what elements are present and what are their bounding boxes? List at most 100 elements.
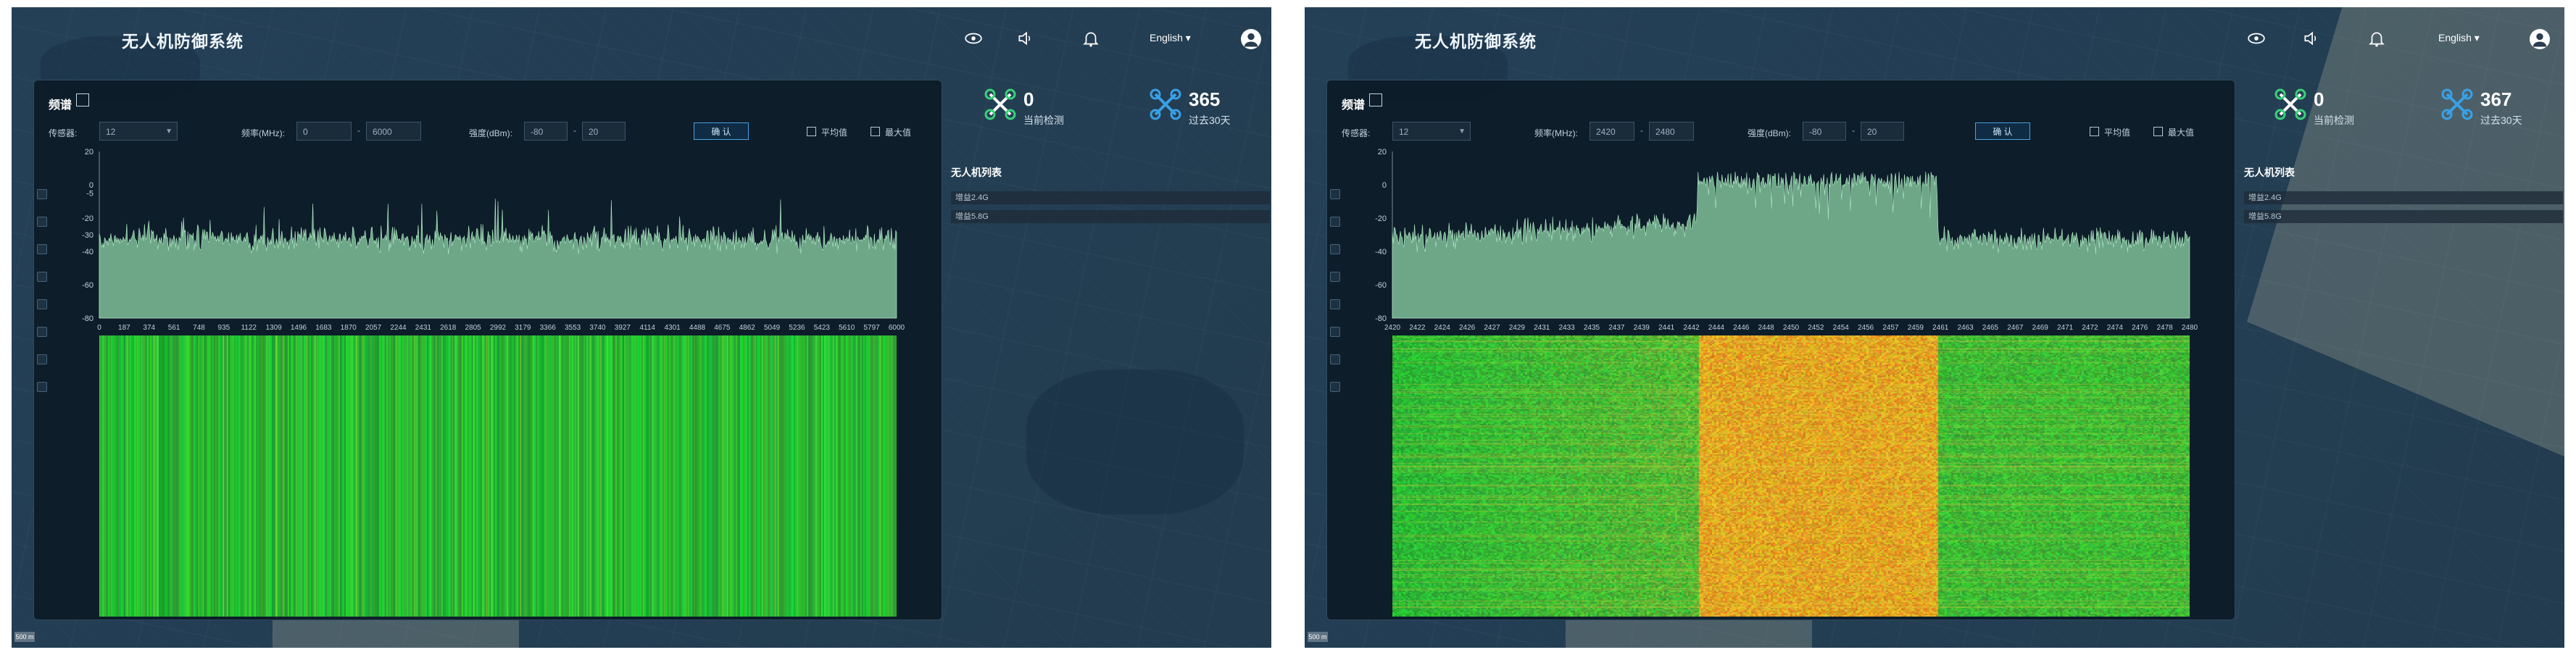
panel-title: 频谱	[1342, 99, 1366, 112]
chevron-down-icon: ▼	[165, 128, 173, 135]
language-select[interactable]: English ▾	[2438, 32, 2480, 44]
sensor-value: 12	[1399, 127, 1409, 137]
spectrum-series	[1392, 171, 2190, 319]
x-tick-label: 2474	[2107, 324, 2124, 332]
expand-icon[interactable]	[76, 93, 89, 107]
x-tick-label: 3366	[540, 324, 557, 332]
x-tick-label: 5236	[789, 324, 805, 332]
y-tick-label: -80	[1375, 314, 1387, 323]
user-avatar-icon[interactable]	[1241, 29, 1261, 49]
x-tick-label: 2469	[2032, 324, 2049, 332]
strength-dash: -	[1852, 125, 1855, 135]
eye-icon[interactable]	[2247, 29, 2266, 48]
y-tick-label: -5	[86, 190, 94, 199]
confirm-button[interactable]: 确 认	[694, 122, 749, 140]
strength-max-input[interactable]: 20	[1861, 122, 1904, 141]
freq-dash: -	[1640, 125, 1643, 135]
x-tick-label: 187	[118, 324, 130, 332]
x-tick-label: 4114	[639, 324, 655, 332]
sensor-select[interactable]: 12 ▼	[1392, 122, 1471, 141]
sensor-select[interactable]: 12 ▼	[99, 122, 178, 141]
x-tick-label: 1309	[266, 324, 283, 332]
spectrum-panel: 频谱 传感器: 12 ▼ 频率(MHz): 0 - 6000 强度(dBm): …	[33, 80, 942, 620]
strength-label: 强度(dBm):	[469, 128, 513, 138]
x-tick-label: 2435	[1584, 324, 1600, 332]
tool-icon[interactable]	[37, 382, 47, 392]
confirm-button[interactable]: 确 认	[1975, 122, 2030, 140]
x-tick-label: 3927	[615, 324, 631, 332]
x-tick-label: 2448	[1758, 324, 1775, 332]
eye-icon[interactable]	[964, 29, 983, 48]
spectrum-panel: 频谱 传感器: 12 ▼ 频率(MHz): 2420 - 2480 强度(dBm…	[1326, 80, 2235, 620]
freq-min-input[interactable]: 2420	[1590, 122, 1634, 141]
drone-list-item[interactable]: 增益5.8G	[2244, 210, 2563, 223]
x-tick-label: 2431	[1534, 324, 1550, 332]
x-tick-label: 2446	[1733, 324, 1750, 332]
x-tick-label: 2476	[2132, 324, 2148, 332]
screen-narrow-band: 无人机防御系统 English ▾ 频谱 传感器: 12 ▼ 频率(MHz): …	[1305, 7, 2564, 648]
freq-max-input[interactable]: 6000	[366, 122, 421, 141]
drone-list-item[interactable]: 增益2.4G	[951, 191, 1270, 204]
avg-label: 平均值	[821, 128, 848, 138]
freq-max-input[interactable]: 2480	[1649, 122, 1694, 141]
strength-min-input[interactable]: -80	[1803, 122, 1846, 141]
past-caption: 过去30天	[1189, 114, 1231, 126]
speaker-icon[interactable]	[1016, 29, 1035, 48]
strength-min-input[interactable]: -80	[524, 122, 568, 141]
x-tick-label: 1496	[291, 324, 307, 332]
x-tick-label: 2463	[1958, 324, 1974, 332]
x-tick-label: 2457	[1882, 324, 1899, 332]
language-select[interactable]: English ▾	[1150, 32, 1191, 44]
x-tick-label: 2450	[1783, 324, 1800, 332]
x-tick-label: 2454	[1833, 324, 1850, 332]
max-checkbox[interactable]	[2153, 127, 2163, 136]
max-checkbox[interactable]	[871, 127, 880, 136]
y-tick-label: 0	[89, 181, 94, 190]
x-tick-label: 2057	[365, 324, 382, 332]
y-tick-label: -30	[82, 231, 94, 240]
x-tick-label: 5049	[764, 324, 781, 332]
sensor-value: 12	[106, 127, 116, 137]
x-tick-label: 2480	[2182, 324, 2198, 332]
x-tick-label: 2442	[1683, 324, 1700, 332]
panel-title: 频谱	[49, 99, 72, 112]
x-tick-label: 5423	[814, 324, 831, 332]
strength-label: 强度(dBm):	[1748, 128, 1792, 138]
x-tick-label: 2441	[1658, 324, 1675, 332]
y-tick-label: 20	[85, 148, 94, 157]
strength-max-input[interactable]: 20	[582, 122, 626, 141]
expand-icon[interactable]	[1369, 93, 1382, 107]
spectrum-series	[99, 199, 897, 319]
x-tick-label: 2444	[1708, 324, 1725, 332]
tool-icon[interactable]	[37, 354, 47, 364]
map-scale: 500 m	[1308, 632, 1328, 642]
avg-label: 平均值	[2104, 128, 2131, 138]
y-tick-label: -60	[1375, 281, 1387, 290]
past-count: 365	[1189, 88, 1221, 110]
avg-checkbox[interactable]	[807, 127, 816, 136]
current-caption: 当前检测	[1023, 114, 1064, 126]
bell-icon[interactable]	[2367, 29, 2386, 48]
x-tick-label: 3740	[589, 324, 606, 332]
x-tick-label: 2456	[1858, 324, 1874, 332]
x-tick-label: 4301	[665, 324, 681, 332]
screen-full-band: 无人机防御系统 English ▾ 频谱 传感器: 12 ▼ 频率(MHz): …	[12, 7, 1271, 648]
drone-list-item[interactable]: 增益2.4G	[2244, 191, 2563, 204]
speaker-icon[interactable]	[2302, 29, 2321, 48]
y-tick-label: 20	[1378, 148, 1387, 157]
spectrum-chart: 200-5-20-30-40-60-800 187 374 561 748 935 1122…	[82, 148, 905, 332]
tool-icon[interactable]	[1330, 382, 1340, 392]
drone-list-title: 无人机列表	[2244, 167, 2295, 179]
drone-list-item[interactable]: 增益5.8G	[951, 210, 1270, 223]
bell-icon[interactable]	[1081, 29, 1100, 48]
user-avatar-icon[interactable]	[2530, 29, 2550, 49]
freq-min-input[interactable]: 0	[296, 122, 352, 141]
avg-checkbox[interactable]	[2090, 127, 2099, 136]
x-tick-label: 2478	[2157, 324, 2174, 332]
x-tick-label: 2452	[1808, 324, 1824, 332]
x-tick-label: 2465	[1982, 324, 1999, 332]
freq-label: 频率(MHz):	[1534, 128, 1578, 138]
drone-list-title: 无人机列表	[951, 167, 1002, 179]
current-count: 0	[1023, 88, 1034, 110]
tool-icon[interactable]	[1330, 354, 1340, 364]
